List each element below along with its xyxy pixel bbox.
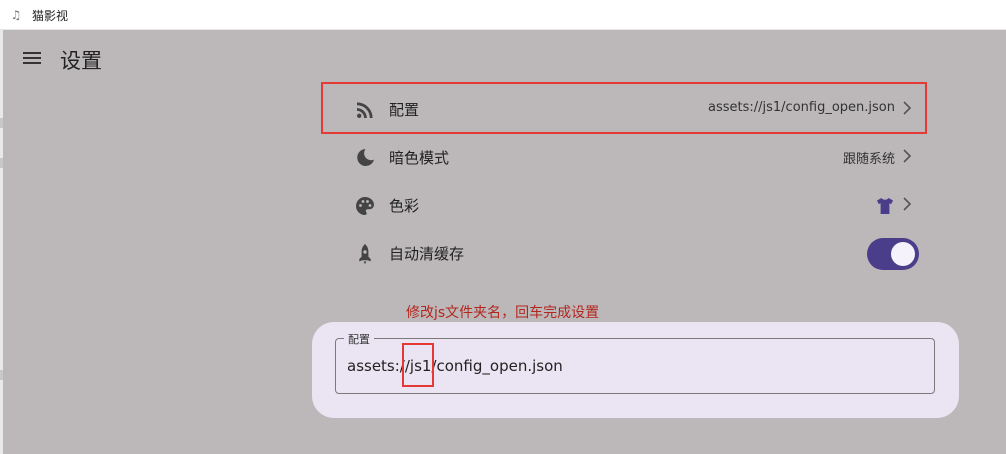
config-field-label: 配置	[344, 331, 374, 347]
window-title: 猫影视	[32, 9, 69, 23]
chevron-right-icon	[903, 197, 912, 211]
toggle-knob	[891, 242, 915, 266]
setting-label-auto-clear-cache: 自动清缓存	[389, 245, 465, 263]
annotation-hint: 修改js文件夹名，回车完成设置	[406, 305, 600, 321]
text-edit-highlight	[402, 343, 434, 387]
moon-icon	[357, 149, 374, 166]
setting-value-dark-mode: 跟随系统	[842, 152, 895, 167]
config-field-value[interactable]: assets://js1/config_open.json	[347, 357, 563, 375]
rocket-icon	[359, 244, 371, 264]
setting-row-color[interactable]: 色彩	[339, 182, 929, 230]
setting-row-dark-mode[interactable]: 暗色模式 跟随系统	[339, 134, 929, 182]
config-row-highlight	[321, 82, 927, 134]
window-titlebar: ♫ 猫影视	[0, 0, 1006, 30]
tshirt-icon	[877, 198, 893, 214]
app-content: 设置 配置 assets://js1/config_open.json 暗色模式…	[3, 30, 1006, 454]
setting-label-dark-mode: 暗色模式	[389, 149, 450, 167]
menu-icon[interactable]	[21, 49, 43, 67]
music-note-icon: ♫	[10, 8, 22, 22]
setting-row-auto-clear-cache[interactable]: 自动清缓存	[339, 230, 929, 278]
auto-clear-cache-toggle[interactable]	[867, 238, 919, 270]
palette-icon	[356, 197, 374, 215]
setting-label-color: 色彩	[389, 197, 420, 215]
chevron-right-icon	[903, 149, 912, 163]
page-title: 设置	[60, 49, 102, 73]
